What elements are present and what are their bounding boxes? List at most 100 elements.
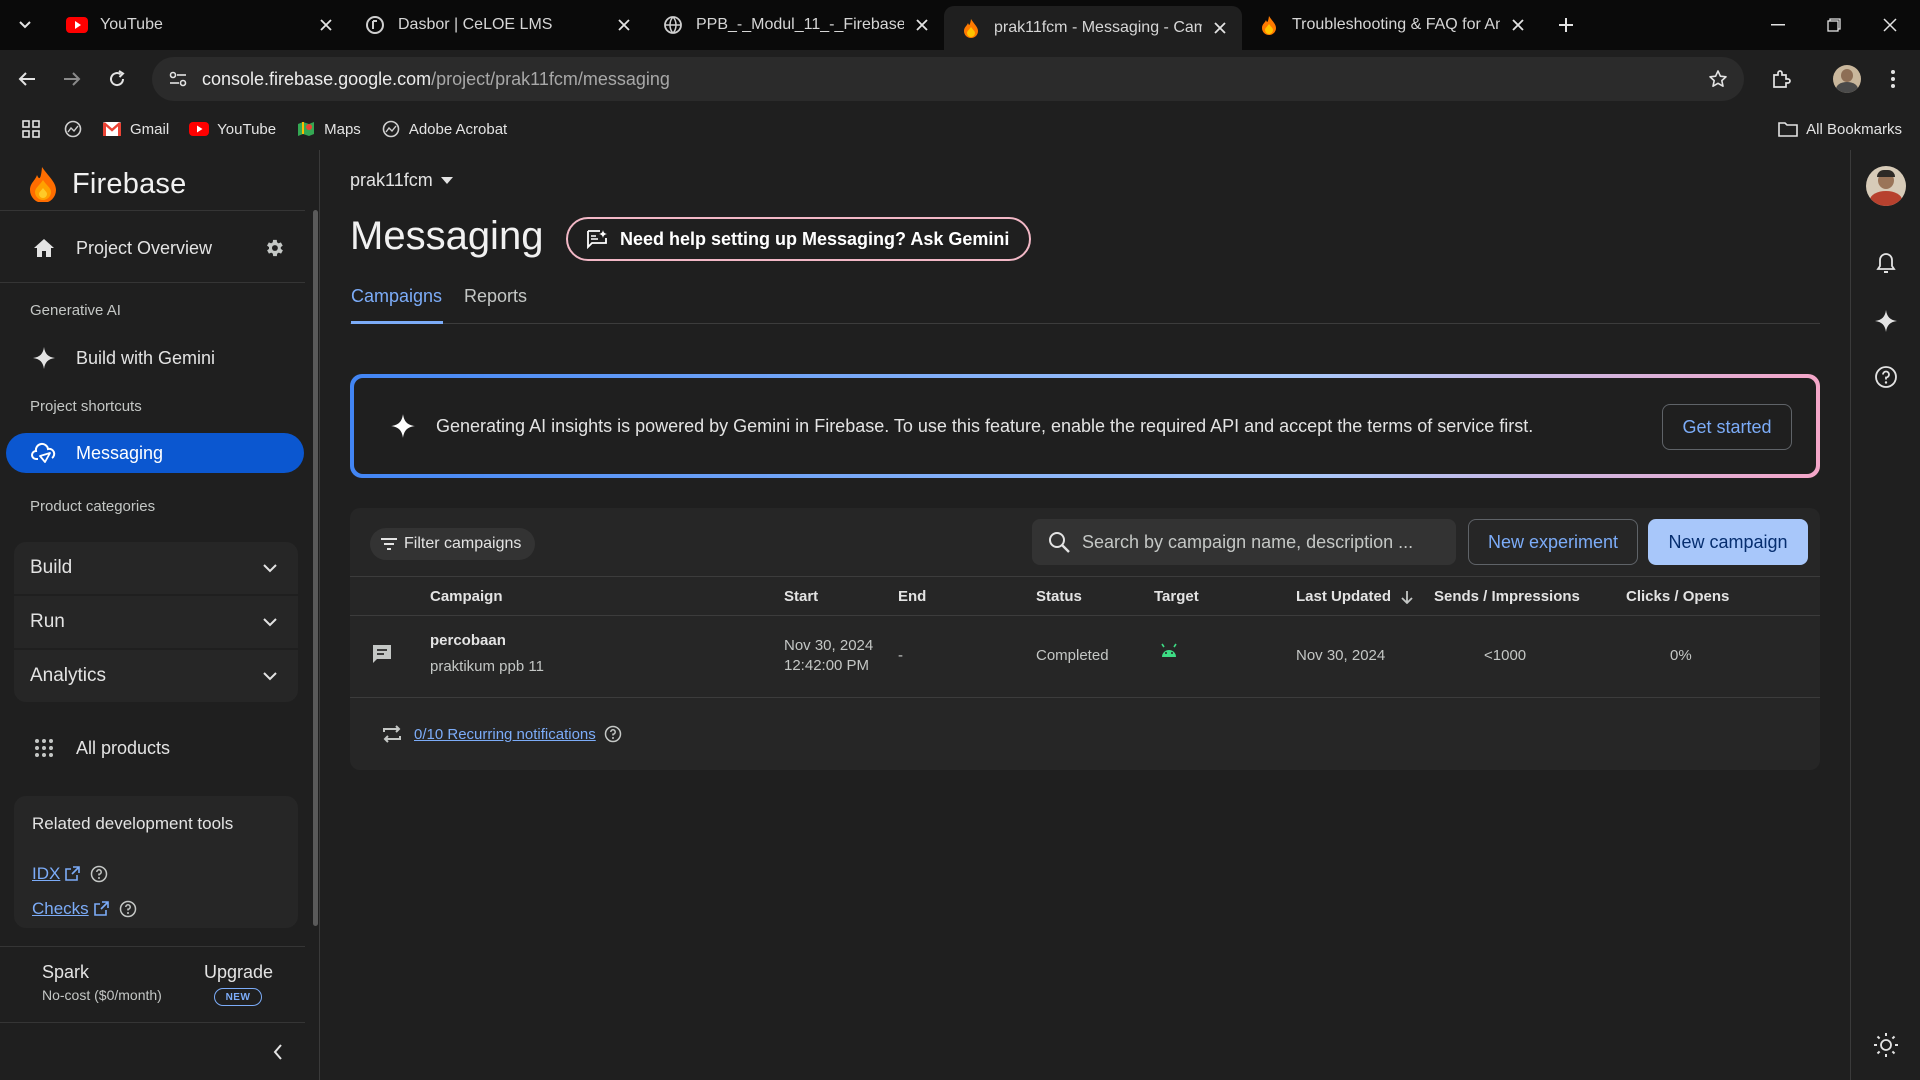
new-experiment-button[interactable]: New experiment (1468, 519, 1638, 565)
arrow-down-icon (1401, 591, 1413, 604)
profile-button[interactable] (1830, 62, 1864, 96)
browser-tab[interactable]: YouTube (50, 0, 348, 50)
close-window-button[interactable] (1862, 0, 1918, 50)
address-bar[interactable]: console.firebase.google.com/project/prak… (152, 57, 1744, 101)
youtube-icon (189, 119, 210, 139)
help-circle-icon[interactable] (604, 725, 622, 743)
get-started-button[interactable]: Get started (1662, 404, 1792, 450)
checks-link[interactable]: Checks (32, 899, 89, 919)
gemini-sparkle-icon[interactable] (1871, 306, 1901, 336)
all-products-label: All products (76, 737, 171, 758)
table-row[interactable]: percobaan praktikum ppb 11 Nov 30, 2024 … (350, 616, 1820, 698)
close-icon[interactable] (1508, 15, 1528, 35)
ai-banner-message: Generating AI insights is powered by Gem… (436, 415, 1534, 436)
browser-tab[interactable]: Troubleshooting & FAQ for And (1242, 0, 1540, 50)
close-icon[interactable] (316, 15, 336, 35)
bookmark-star-icon[interactable] (1704, 65, 1732, 93)
bookmark-adobe-acrobat[interactable]: Adobe Acrobat (381, 119, 507, 139)
bookmark-label: Adobe Acrobat (408, 120, 508, 138)
all-products-link[interactable]: All products (6, 728, 304, 768)
tab-title: Troubleshooting & FAQ for And (1292, 16, 1500, 33)
tab-search-button[interactable] (0, 0, 50, 50)
sidebar-item-messaging[interactable]: Messaging (6, 433, 304, 473)
brand-name: Firebase (72, 167, 187, 200)
site-info-icon[interactable] (158, 59, 198, 99)
close-icon[interactable] (912, 15, 932, 35)
browser-tab[interactable]: Dasbor | CeLOE LMS (348, 0, 646, 50)
recurring-notifications-link[interactable]: 0/10 Recurring notifications (414, 726, 596, 743)
new-badge: NEW (214, 988, 262, 1006)
chevron-down-icon (258, 610, 282, 634)
caret-down-icon (440, 176, 453, 185)
browser-tab[interactable]: PPB_-_Modul_11_-_Firebase_No (646, 0, 944, 50)
category-run[interactable]: Run (14, 596, 298, 648)
column-header[interactable]: End (898, 588, 926, 605)
theme-toggle-sun-icon[interactable] (1871, 1030, 1901, 1060)
column-header-last-updated[interactable]: Last Updated (1296, 588, 1413, 605)
firebase-flame-icon (30, 167, 56, 202)
ask-gemini-button[interactable]: Need help setting up Messaging? Ask Gemi… (566, 217, 1032, 261)
minimize-button[interactable] (1750, 0, 1806, 50)
all-bookmarks-button[interactable]: All Bookmarks (1778, 119, 1902, 139)
ai-insights-banner: Generating AI insights is powered by Gem… (350, 374, 1820, 478)
firebase-logo[interactable]: Firebase (28, 166, 186, 202)
maps-icon (296, 119, 316, 139)
column-header[interactable]: Status (1036, 588, 1082, 605)
browser-menu-button[interactable] (1876, 62, 1910, 96)
bookmark-label: YouTube (217, 120, 277, 138)
new-campaign-button[interactable]: New campaign (1648, 519, 1808, 565)
account-button[interactable] (1866, 166, 1906, 206)
sidebar-scrollbar[interactable] (313, 210, 318, 926)
category-build[interactable]: Build (14, 542, 298, 594)
close-icon[interactable] (614, 15, 634, 35)
build-with-gemini-link[interactable]: Build with Gemini (6, 338, 304, 378)
start-time: 12:42:00 PM (784, 657, 870, 674)
status-text: Completed (1036, 647, 1109, 664)
forward-button[interactable] (55, 62, 89, 96)
help-circle-icon[interactable] (90, 865, 108, 883)
bookmark-youtube[interactable]: YouTube (189, 119, 276, 139)
reload-button[interactable] (100, 62, 134, 96)
apps-grid-icon (30, 734, 58, 762)
help-circle-icon[interactable] (119, 900, 137, 918)
back-button[interactable] (10, 62, 44, 96)
new-tab-button[interactable] (1546, 5, 1586, 45)
idx-link[interactable]: IDX (32, 864, 60, 884)
browser-tab-active[interactable]: prak11fcm - Messaging - Camp (944, 6, 1242, 50)
column-header[interactable]: Clicks / Opens (1626, 588, 1729, 605)
bookmark-gmail[interactable]: Gmail (102, 119, 169, 139)
notifications-bell-icon[interactable] (1871, 248, 1901, 278)
tab-campaigns[interactable]: Campaigns (351, 286, 443, 324)
section-label: Generative AI (30, 302, 121, 319)
search-input[interactable] (1082, 531, 1422, 553)
related-tools-card: Related development tools IDX Checks (14, 796, 298, 928)
column-header[interactable]: Campaign (430, 588, 503, 605)
open-in-new-icon (64, 866, 81, 882)
campaign-name[interactable]: percobaan (430, 632, 506, 649)
help-circle-icon[interactable] (1871, 362, 1901, 392)
globe-icon[interactable] (64, 120, 82, 138)
plan-info: Spark No-cost ($0/month) (42, 962, 162, 1003)
restore-button[interactable] (1806, 0, 1862, 50)
project-selector[interactable]: prak11fcm (350, 170, 453, 191)
url-host: console.firebase.google.com (202, 68, 432, 89)
column-header[interactable]: Target (1154, 588, 1199, 605)
globe-icon (381, 119, 401, 139)
column-header[interactable]: Start (784, 588, 818, 605)
close-icon[interactable] (1210, 18, 1230, 38)
column-header[interactable]: Sends / Impressions (1434, 588, 1580, 605)
upgrade-button[interactable]: Upgrade (204, 962, 273, 983)
collapse-sidebar-button[interactable] (264, 1038, 292, 1066)
apps-icon[interactable] (22, 120, 40, 138)
page-title: Messaging (350, 214, 544, 258)
extensions-button[interactable] (1764, 62, 1798, 96)
bookmark-maps[interactable]: Maps (296, 119, 361, 139)
campaigns-table-card: Filter campaigns New experiment New camp… (350, 508, 1820, 770)
settings-gear-icon[interactable] (260, 234, 288, 262)
filter-campaigns-button[interactable]: Filter campaigns (370, 528, 536, 560)
avatar (1833, 65, 1861, 93)
category-analytics[interactable]: Analytics (14, 650, 298, 702)
table-header: Campaign Start End Status Target Last Up… (350, 576, 1820, 616)
tab-reports[interactable]: Reports (464, 286, 527, 324)
project-name: prak11fcm (350, 170, 433, 190)
